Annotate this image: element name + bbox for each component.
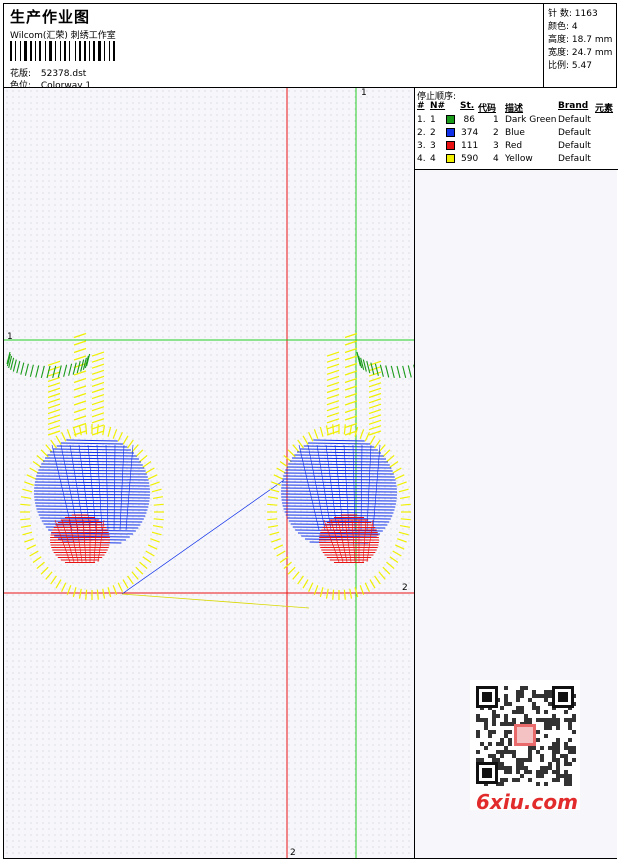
row-brand: Default	[558, 115, 591, 125]
width-row: 宽度: 24.7 mm	[548, 45, 612, 58]
barcode-bar	[24, 41, 27, 61]
width-label: 宽度:	[548, 48, 570, 58]
scale-row: 比例: 5.47	[548, 58, 592, 71]
row-code: 1	[493, 115, 499, 125]
row-needle: 4	[430, 154, 436, 164]
stop-sequence-row[interactable]: 4. 4 590 4 Yellow Default	[415, 154, 618, 167]
barcode-bar	[89, 41, 90, 61]
barcode	[10, 41, 120, 61]
watermark-brand: 6xiu.com	[476, 790, 578, 814]
axis-label-top: 1	[361, 88, 367, 98]
stitch-count-row: 针 数: 1163	[548, 6, 598, 19]
stitch-count-label: 针 数:	[548, 9, 572, 19]
row-brand: Default	[558, 141, 591, 151]
color-count-label: 颜色:	[548, 22, 570, 32]
barcode-bar	[39, 41, 41, 61]
header-panel: 生产作业图 Wilcom(汇荣) 刺绣工作室 花版: 52378.dst 色位:…	[4, 4, 544, 91]
barcode-bar	[30, 41, 32, 61]
barcode-bar	[79, 41, 81, 61]
stitch-count: 1163	[574, 9, 598, 19]
stop-sequence-row[interactable]: 3. 3 111 3 Red Default	[415, 141, 618, 154]
col-header-stitches: St.	[460, 101, 475, 111]
row-description: Blue	[505, 128, 525, 138]
embroidery-preview	[4, 88, 414, 858]
row-needle: 1	[430, 115, 436, 125]
axis-label-left: 1	[7, 332, 13, 342]
barcode-bar	[75, 41, 76, 61]
stop-sequence-row[interactable]: 2. 2 374 2 Blue Default	[415, 128, 618, 141]
row-description: Red	[505, 141, 523, 151]
color-count: 4	[571, 22, 578, 32]
axis-label-bottom: 2	[290, 848, 296, 858]
barcode-bar	[84, 41, 86, 61]
col-header-code: 代码	[478, 104, 497, 114]
row-stitches: 111	[461, 141, 479, 151]
row-index: 4.	[417, 154, 426, 164]
row-brand: Default	[558, 154, 591, 164]
barcode-bar	[64, 41, 66, 61]
row-code: 3	[493, 141, 499, 151]
scale-label: 比例:	[548, 61, 570, 71]
row-index: 3.	[417, 141, 426, 151]
row-index: 2.	[417, 128, 426, 138]
row-stitches: 86	[463, 115, 475, 125]
row-description: Dark Green	[505, 115, 557, 125]
barcode-bar	[93, 41, 95, 61]
design-stats-panel: 针 数: 1163 颜色: 4 高度: 18.7 mm 宽度: 24.7 mm …	[544, 4, 617, 88]
barcode-bar	[69, 41, 70, 61]
col-header-brand: Brand	[558, 101, 589, 111]
height-value: 18.7 mm	[571, 35, 613, 45]
design-canvas[interactable]: 1 1 2 2	[4, 88, 414, 858]
row-description: Yellow	[505, 154, 533, 164]
col-header-description: 描述	[505, 104, 524, 114]
row-needle: 2	[430, 128, 436, 138]
thread-color-swatch	[446, 115, 455, 124]
barcode-bar	[104, 41, 105, 61]
thread-color-swatch	[446, 141, 455, 150]
barcode-bar	[55, 41, 56, 61]
qr-code-image	[476, 686, 576, 786]
jump-stitch-blue	[121, 479, 285, 595]
height-row: 高度: 18.7 mm	[548, 32, 612, 45]
row-index: 1.	[417, 115, 426, 125]
company-name: Wilcom(汇荣) 刺绣工作室	[10, 31, 116, 41]
col-header-number: N#	[430, 101, 446, 111]
stop-sequence-row[interactable]: 1. 1 86 1 Dark Green Default	[415, 115, 618, 128]
barcode-bar	[109, 41, 110, 61]
barcode-bar	[15, 41, 16, 61]
scale-value: 5.47	[571, 61, 592, 71]
col-header-element: 元素	[595, 104, 614, 114]
color-count-row: 颜色: 4	[548, 19, 578, 32]
barcode-bar	[49, 41, 52, 61]
barcode-bar	[10, 41, 12, 61]
col-header-index: #	[417, 101, 425, 111]
barcode-bar	[98, 41, 101, 61]
jump-stitch-yellow	[121, 593, 310, 609]
width-value: 24.7 mm	[571, 48, 613, 58]
page-title: 生产作业图	[10, 8, 91, 26]
row-code: 4	[493, 154, 499, 164]
row-code: 2	[493, 128, 499, 138]
barcode-bar	[45, 41, 46, 61]
height-label: 高度:	[548, 35, 570, 45]
barcode-bar	[60, 41, 61, 61]
axis-label-right: 2	[402, 583, 408, 593]
row-stitches: 590	[461, 154, 479, 164]
barcode-bar	[113, 41, 115, 61]
row-needle: 3	[430, 141, 436, 151]
stop-sequence-table: 停止顺序: # N# St. 代码 描述 Brand 元素 1. 1 86 1 Dark…	[415, 88, 618, 170]
row-brand: Default	[558, 128, 591, 138]
row-stitches: 374	[461, 128, 479, 138]
thread-color-swatch	[446, 128, 455, 137]
thread-color-swatch	[446, 154, 455, 163]
barcode-bar	[20, 41, 21, 61]
barcode-bar	[35, 41, 36, 61]
